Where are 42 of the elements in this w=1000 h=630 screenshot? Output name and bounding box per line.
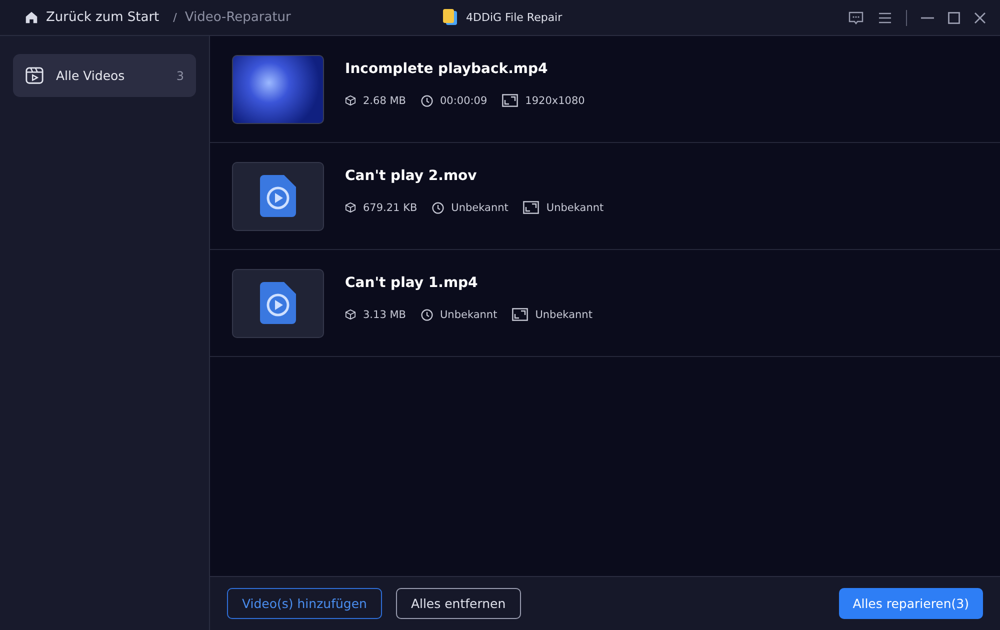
feedback-icon[interactable] <box>848 10 864 26</box>
video-file-icon <box>260 282 296 324</box>
add-videos-button[interactable]: Video(s) hinzufügen <box>227 588 382 619</box>
video-name: Incomplete playback.mp4 <box>345 61 549 77</box>
video-folder-icon <box>25 66 44 85</box>
cube-icon <box>345 309 356 320</box>
clock-icon <box>420 308 433 320</box>
menu-icon[interactable] <box>878 12 892 24</box>
duration: Unbekannt <box>440 308 498 320</box>
cube-icon <box>345 202 356 213</box>
home-icon <box>24 10 39 25</box>
back-to-start-link[interactable]: Zurück zum Start <box>24 10 160 25</box>
resolution: 1920x1080 <box>525 94 585 106</box>
duration: 00:00:09 <box>440 94 488 106</box>
file-size: 679.21 KB <box>363 202 418 214</box>
clock-icon <box>432 202 444 214</box>
app-logo-icon <box>442 8 458 26</box>
resolution: Unbekannt <box>546 202 604 214</box>
resolution-icon <box>523 201 540 214</box>
maximize-icon[interactable] <box>948 12 960 24</box>
resolution-icon <box>512 308 528 321</box>
video-name: Can't play 2.mov <box>345 168 478 184</box>
breadcrumb-separator: / <box>173 11 177 24</box>
resolution-icon <box>502 94 518 107</box>
video-row[interactable]: Incomplete playback.mp4 2.68 MB 00:00:09 1920x1080 <box>210 36 1000 143</box>
resolution: Unbekannt <box>535 308 592 320</box>
video-file-icon <box>260 175 296 217</box>
minimize-icon[interactable] <box>921 16 934 18</box>
app-title: 4DDiG File Repair <box>466 10 562 24</box>
video-name: Can't play 1.mp4 <box>345 275 479 291</box>
file-size: 2.68 MB <box>363 94 406 106</box>
remove-all-button[interactable]: Alles entfernen <box>396 588 521 619</box>
close-icon[interactable] <box>974 12 986 24</box>
sidebar-item[interactable]: Alle Videos 3 <box>13 54 196 97</box>
video-row[interactable]: Can't play 2.mov 679.21 KB Unbekannt Unbekannt <box>210 143 1000 250</box>
breadcrumb-current: Video-Reparatur <box>184 10 291 25</box>
cube-icon <box>345 95 356 106</box>
file-size: 3.13 MB <box>363 308 406 320</box>
video-row[interactable]: Can't play 1.mp4 3.13 MB Unbekannt Unbekannt <box>210 250 1000 357</box>
clock-icon <box>420 94 433 106</box>
repair-all-button[interactable]: Alles reparieren(3) <box>838 588 983 619</box>
duration: Unbekannt <box>451 202 508 214</box>
